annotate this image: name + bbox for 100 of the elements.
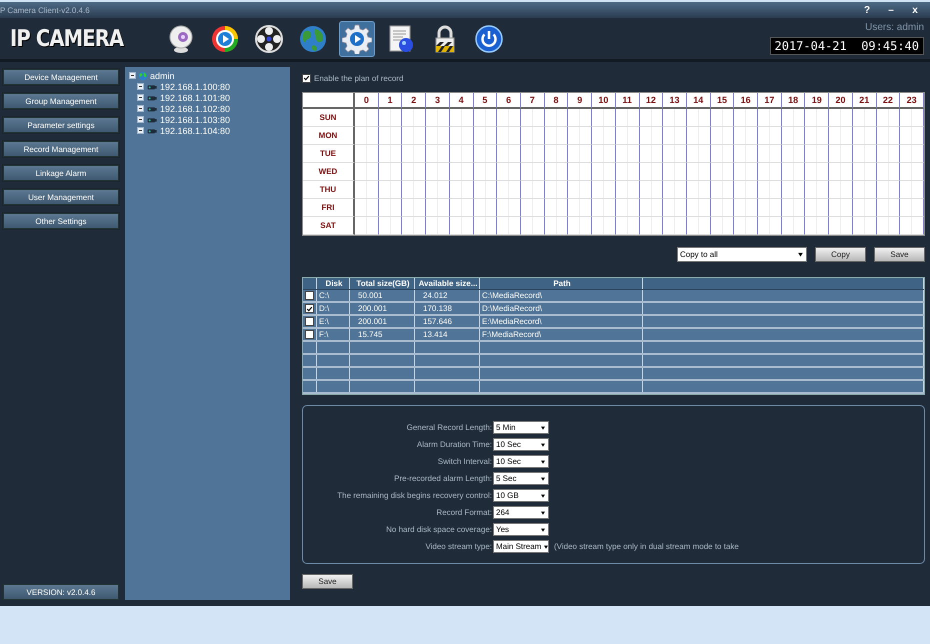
schedule-cell[interactable]: [520, 127, 545, 145]
schedule-cell[interactable]: [782, 145, 806, 163]
tree-item[interactable]: 192.168.1.102:80: [160, 104, 230, 114]
schedule-cell[interactable]: [592, 127, 616, 145]
schedule-cell[interactable]: [592, 145, 616, 163]
action-button[interactable]: Copy: [815, 247, 866, 262]
dropdown[interactable]: 5 Sec: [493, 472, 549, 485]
schedule-cell[interactable]: [829, 109, 853, 127]
schedule-cell[interactable]: [640, 217, 664, 235]
schedule-cell[interactable]: [378, 109, 402, 127]
schedule-cell[interactable]: [592, 109, 616, 127]
schedule-cell[interactable]: [520, 163, 545, 181]
schedule-cell[interactable]: [426, 127, 450, 145]
schedule-cell[interactable]: [686, 127, 711, 145]
schedule-cell[interactable]: [758, 163, 782, 181]
schedule-cell[interactable]: [378, 199, 402, 217]
schedule-cell[interactable]: [616, 127, 640, 145]
schedule-cell[interactable]: [355, 163, 379, 181]
schedule-cell[interactable]: [402, 199, 426, 217]
schedule-cell[interactable]: [426, 199, 450, 217]
schedule-cell[interactable]: [852, 145, 877, 163]
gear-icon[interactable]: [339, 20, 375, 56]
schedule-cell[interactable]: [663, 181, 687, 199]
schedule-cell[interactable]: [544, 145, 568, 163]
schedule-cell[interactable]: [544, 181, 568, 199]
schedule-cell[interactable]: [900, 199, 924, 217]
schedule-cell[interactable]: [876, 163, 900, 181]
schedule-cell[interactable]: [663, 217, 687, 235]
schedule-cell[interactable]: [663, 145, 687, 163]
dropdown[interactable]: 10 Sec: [493, 438, 549, 451]
schedule-cell[interactable]: [663, 127, 687, 145]
schedule-cell[interactable]: [710, 181, 734, 199]
schedule-cell[interactable]: [520, 181, 545, 199]
schedule-cell[interactable]: [663, 163, 687, 181]
checkbox[interactable]: [305, 304, 314, 313]
schedule-cell[interactable]: [900, 145, 924, 163]
schedule-cell[interactable]: [758, 109, 782, 127]
schedule-cell[interactable]: [900, 127, 924, 145]
schedule-cell[interactable]: [450, 217, 474, 235]
schedule-cell[interactable]: [829, 181, 853, 199]
schedule-cell[interactable]: [852, 163, 877, 181]
schedule-cell[interactable]: [876, 181, 900, 199]
schedule-cell[interactable]: [640, 181, 664, 199]
schedule-cell[interactable]: [734, 217, 758, 235]
schedule-cell[interactable]: [616, 199, 640, 217]
nav-button[interactable]: Record Management: [3, 141, 119, 157]
schedule-cell[interactable]: [758, 217, 782, 235]
checkbox[interactable]: [305, 317, 314, 326]
tree-item[interactable]: 192.168.1.104:80: [160, 126, 230, 136]
schedule-cell[interactable]: [544, 199, 568, 217]
schedule-cell[interactable]: [686, 181, 711, 199]
schedule-cell[interactable]: [829, 163, 853, 181]
schedule-cell[interactable]: [568, 217, 592, 235]
dropdown[interactable]: Yes: [493, 523, 549, 536]
schedule-cell[interactable]: [426, 217, 450, 235]
schedule-cell[interactable]: [378, 127, 402, 145]
schedule-grid[interactable]: 0 1 2 3 4 5 6 7 8 9 10 11 12 13 14 15 16 17 18 19 20 21 22 23 SUN MON TUE WED THU FRI SAT: [302, 92, 925, 236]
schedule-cell[interactable]: [402, 109, 426, 127]
checkbox[interactable]: [305, 330, 314, 339]
schedule-cell[interactable]: [710, 127, 734, 145]
schedule-cell[interactable]: [544, 217, 568, 235]
schedule-cell[interactable]: [734, 109, 758, 127]
schedule-cell[interactable]: [520, 145, 545, 163]
schedule-cell[interactable]: [450, 109, 474, 127]
schedule-cell[interactable]: [474, 109, 498, 127]
schedule-cell[interactable]: [852, 109, 877, 127]
schedule-cell[interactable]: [544, 127, 568, 145]
schedule-cell[interactable]: [402, 145, 426, 163]
schedule-cell[interactable]: [568, 145, 592, 163]
schedule-cell[interactable]: [782, 163, 806, 181]
schedule-cell[interactable]: [829, 217, 853, 235]
schedule-cell[interactable]: [852, 127, 877, 145]
schedule-cell[interactable]: [805, 109, 830, 127]
nav-button[interactable]: Group Management: [3, 93, 119, 109]
schedule-cell[interactable]: [876, 217, 900, 235]
schedule-cell[interactable]: [734, 145, 758, 163]
schedule-cell[interactable]: [568, 181, 592, 199]
copy-dropdown[interactable]: Copy to all: [677, 247, 807, 262]
dropdown[interactable]: 10 GB: [493, 489, 549, 502]
schedule-cell[interactable]: [686, 145, 711, 163]
schedule-cell[interactable]: [805, 181, 830, 199]
schedule-cell[interactable]: [640, 163, 664, 181]
schedule-cell[interactable]: [805, 217, 830, 235]
schedule-cell[interactable]: [474, 127, 498, 145]
schedule-cell[interactable]: [544, 163, 568, 181]
schedule-cell[interactable]: [474, 145, 498, 163]
schedule-cell[interactable]: [426, 145, 450, 163]
action-button[interactable]: Save: [874, 247, 925, 262]
schedule-cell[interactable]: [876, 145, 900, 163]
schedule-cell[interactable]: [758, 181, 782, 199]
schedule-cell[interactable]: [616, 163, 640, 181]
nav-button[interactable]: Other Settings: [3, 213, 119, 229]
schedule-cell[interactable]: [497, 163, 521, 181]
schedule-cell[interactable]: [592, 199, 616, 217]
schedule-cell[interactable]: [426, 181, 450, 199]
schedule-cell[interactable]: [378, 181, 402, 199]
nav-button[interactable]: Device Management: [3, 69, 119, 85]
schedule-cell[interactable]: [402, 127, 426, 145]
dropdown[interactable]: 5 Min: [493, 421, 549, 434]
tree-item[interactable]: 192.168.1.103:80: [160, 114, 230, 124]
